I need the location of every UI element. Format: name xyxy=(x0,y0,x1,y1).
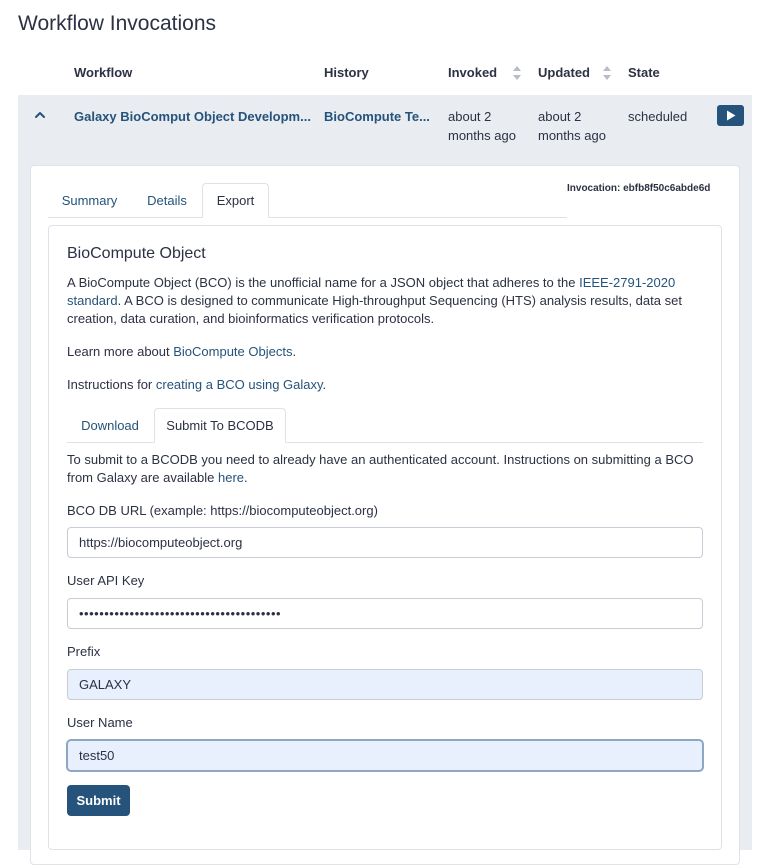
column-header-state: State xyxy=(628,65,660,80)
chevron-up-icon[interactable] xyxy=(33,108,47,122)
user-api-key-input[interactable] xyxy=(67,598,703,629)
user-api-key-label: User API Key xyxy=(67,573,145,588)
tab-details[interactable]: Details xyxy=(134,183,200,218)
run-workflow-button[interactable] xyxy=(717,105,744,126)
ieee-standard-link[interactable]: IEEE-2791-2020 xyxy=(579,275,675,290)
sort-icon[interactable] xyxy=(513,66,522,80)
tab-summary[interactable]: Summary xyxy=(52,183,127,218)
user-name-input[interactable] xyxy=(67,740,703,771)
submit-intro-text: To submit to a BCODB you need to already… xyxy=(67,452,694,485)
invocation-id: Invocation: ebfb8f50c6abde6d xyxy=(567,183,711,194)
ieee-standard-link-cont[interactable]: standard xyxy=(67,293,118,308)
state-value: scheduled xyxy=(628,109,688,124)
column-header-workflow[interactable]: Workflow xyxy=(74,65,132,80)
page-title: Workflow Invocations xyxy=(18,12,217,35)
tab-download[interactable]: Download xyxy=(70,408,150,443)
bco-db-url-label: BCO DB URL (example: https://biocomputeo… xyxy=(67,503,378,518)
biocompute-objects-link[interactable]: BioCompute Objects xyxy=(173,344,292,359)
column-header-updated[interactable]: Updated xyxy=(538,65,590,80)
instructions-text: Instructions for creating a BCO using Ga… xyxy=(67,377,327,392)
sort-icon[interactable] xyxy=(603,66,612,80)
updated-time: about 2 months ago xyxy=(538,109,606,143)
tab-submit-to-bcodb[interactable]: Submit To BCODB xyxy=(154,408,286,443)
user-name-label: User Name xyxy=(67,715,133,730)
bco-title: BioCompute Object xyxy=(67,245,206,262)
column-header-invoked[interactable]: Invoked xyxy=(448,65,497,80)
creating-bco-link[interactable]: creating a BCO using Galaxy xyxy=(156,377,323,392)
history-name-link[interactable]: BioCompute Te... xyxy=(324,107,430,126)
bco-db-url-input[interactable] xyxy=(67,527,703,558)
column-header-history[interactable]: History xyxy=(324,65,369,80)
play-icon xyxy=(726,110,735,121)
bco-description: A BioCompute Object (BCO) is the unoffic… xyxy=(67,275,682,326)
invoked-time: about 2 months ago xyxy=(448,109,516,143)
workflow-name-link[interactable]: Galaxy BioComput Object Developm... xyxy=(74,107,311,126)
submit-button[interactable]: Submit xyxy=(67,785,130,816)
tab-export[interactable]: Export xyxy=(202,183,269,218)
instructions-here-link[interactable]: here xyxy=(218,470,244,485)
learn-more-text: Learn more about BioCompute Objects. xyxy=(67,344,297,359)
prefix-input[interactable] xyxy=(67,669,703,700)
prefix-label: Prefix xyxy=(67,644,101,659)
